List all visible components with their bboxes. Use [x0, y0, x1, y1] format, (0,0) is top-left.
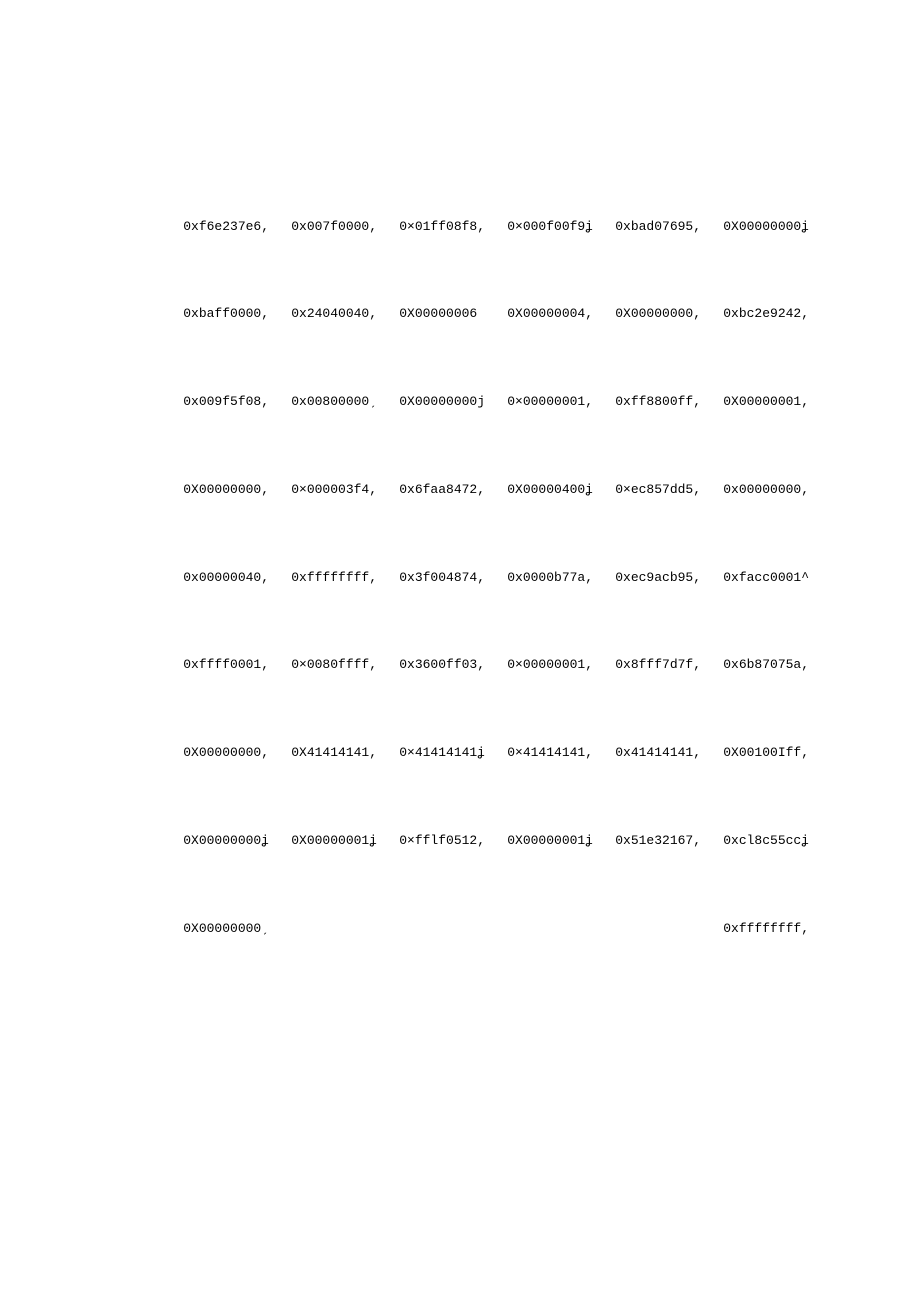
hex-cell: 0X00000000, — [615, 305, 723, 323]
hex-row: 0x00000040,0xffffffff,0x3f004874,0x0000b… — [152, 551, 920, 604]
hex-row: 0X00000000,0X41414141,0×41414141ʝ0×41414… — [152, 727, 920, 780]
hex-cell: 0xbc2e9242, — [723, 305, 831, 323]
hex-cell: 0x41414141, — [615, 744, 723, 762]
hex-cell: 0×000003f4, — [291, 481, 399, 499]
hex-cell: 0xfacc0001^ — [723, 569, 831, 587]
hex-cell: 0xffff0001, — [183, 656, 291, 674]
hex-cell: 0x3600ff03, — [399, 656, 507, 674]
hex-cell: 0x6faa8472, — [399, 481, 507, 499]
hex-cell: 0×00000001, — [507, 393, 615, 411]
hex-cell: 0X00000000j — [399, 393, 507, 411]
hex-cell: 0xbaff0000, — [183, 305, 291, 323]
hex-cell: 0×00000001, — [507, 656, 615, 674]
hex-cell: 0X00100Iff, — [723, 744, 831, 762]
hex-cell: 0X00000000, — [183, 744, 291, 762]
hex-cell: 0×fflf0512, — [399, 832, 507, 850]
hex-cell: 0X41414141, — [291, 744, 399, 762]
hex-cell: 0xbad07695, — [615, 218, 723, 236]
hex-cell: 0X00000001ʝ — [291, 832, 399, 850]
hex-cell: 0×41414141, — [507, 744, 615, 762]
hex-row: 0xffff0001,0×0080ffff,0x3600ff03,0×00000… — [152, 639, 920, 692]
hex-cell: 0x8fff7d7f, — [615, 656, 723, 674]
hex-cell: 0X00000000ˏ — [183, 920, 291, 938]
hex-cell: 0x3f004874, — [399, 569, 507, 587]
hex-cell: 0X00000000, — [183, 481, 291, 499]
hex-cell: 0x51e32167, — [615, 832, 723, 850]
hex-cell: 0x24040040, — [291, 305, 399, 323]
hex-cell: 0xcl8c55ccʝ — [723, 832, 831, 850]
hex-row: 0xf6e237e6,0x007f0000,0×01ff08f8,0×000f0… — [152, 200, 920, 253]
hex-cell: 0xffffffff, — [291, 569, 399, 587]
hex-row: 0X00000000ʝ0X00000001ʝ0×fflf0512,0X00000… — [152, 814, 920, 867]
hex-cell: 0x6b87075a, — [723, 656, 831, 674]
hex-cell: 0xff8800ff, — [615, 393, 723, 411]
hex-cell: 0x0000b77a, — [507, 569, 615, 587]
hex-cell: 0x007f0000, — [291, 218, 399, 236]
hex-cell: 0×0080ffff, — [291, 656, 399, 674]
hex-cell: 0×000f00f9ʝ — [507, 218, 615, 236]
hex-row: 0xbaff0000,0x24040040,0X000000060X000000… — [152, 288, 920, 341]
hex-cell: 0xffffffff, — [723, 920, 831, 938]
hex-cell: 0X00000000ʝ — [183, 832, 291, 850]
hex-cell: 0×ec857dd5, — [615, 481, 723, 499]
hex-cell: 0xf6e237e6, — [183, 218, 291, 236]
hex-cell: 0×01ff08f8, — [399, 218, 507, 236]
hex-row: 0x009f5f08,0x00800000ˏ0X00000000j0×00000… — [152, 376, 920, 429]
hex-cell: 0xec9acb95, — [615, 569, 723, 587]
hex-cell: 0×41414141ʝ — [399, 744, 507, 762]
hex-cell: 0X00000400ʝ — [507, 481, 615, 499]
hex-cell: 0X00000001ʝ — [507, 832, 615, 850]
hex-cell: 0X00000004, — [507, 305, 615, 323]
hex-cell: 0X00000000ʝ — [723, 218, 831, 236]
hex-cell: 0X00000006 — [399, 305, 507, 323]
hex-cell: 0x009f5f08, — [183, 393, 291, 411]
hex-row: 0X00000000,0×000003f4,0x6faa8472,0X00000… — [152, 463, 920, 516]
hex-cell: 0x00000000, — [723, 481, 831, 499]
hex-cell: 0x00000040, — [183, 569, 291, 587]
hex-cell: 0x00800000ˏ — [291, 393, 399, 411]
hex-row: 0X00000000ˏ 0xffffffff, — [152, 902, 920, 955]
hex-cell: 0X00000001, — [723, 393, 831, 411]
hex-dump-content: 0xf6e237e6,0x007f0000,0×01ff08f8,0×000f0… — [0, 0, 920, 972]
